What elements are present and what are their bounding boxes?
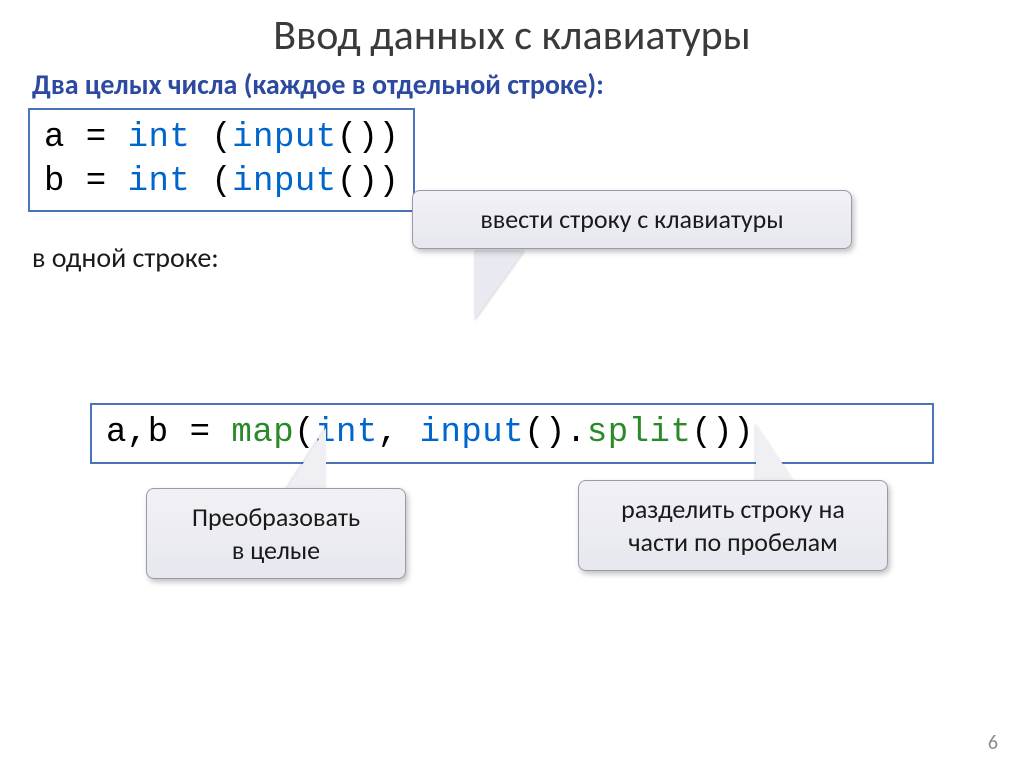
code-box-map-split: a,b = map(int, input().split()) xyxy=(90,403,934,463)
keyword-input: input xyxy=(232,163,337,201)
keyword-input: input xyxy=(232,119,337,157)
callout-input-string: ввести строку с клавиатуры xyxy=(412,190,852,249)
callout-text: части по пробелам xyxy=(628,526,837,558)
keyword-int: int xyxy=(128,163,191,201)
page-number: 6 xyxy=(988,731,998,755)
callout-text: в целые xyxy=(232,534,320,566)
code-text: b = xyxy=(44,163,128,201)
code-text: ( xyxy=(190,119,232,157)
code-box-two-lines: a = int (input()) b = int (input()) xyxy=(28,108,415,212)
callout-tail-icon xyxy=(474,250,524,320)
code-text: ()) xyxy=(337,163,400,201)
code-text: a = xyxy=(44,119,128,157)
keyword-split: split xyxy=(587,414,692,452)
code-text: a,b = xyxy=(106,414,231,452)
slide-subtitle: Два целых числа (каждое в отдельной стро… xyxy=(32,67,996,102)
code-line-b: b = int (input()) xyxy=(44,160,399,204)
keyword-map: map xyxy=(231,414,294,452)
code-text: ()) xyxy=(691,414,754,452)
callout-convert-int: Преобразовать в целые xyxy=(146,488,406,579)
code-text: , xyxy=(378,414,420,452)
code-text: ( xyxy=(190,163,232,201)
slide-title: Ввод данных с клавиатуры xyxy=(28,10,996,61)
keyword-int: int xyxy=(128,119,191,157)
callout-tail-icon xyxy=(756,424,796,484)
callout-text: разделить строку на xyxy=(621,493,845,525)
code-text: (). xyxy=(524,414,587,452)
callout-split-spaces: разделить строку на части по пробелам xyxy=(578,480,888,571)
code-text: ()) xyxy=(337,119,400,157)
callout-text: ввести строку с клавиатуры xyxy=(480,203,783,235)
callout-text: Преобразовать xyxy=(192,501,360,533)
keyword-input: input xyxy=(420,414,525,452)
code-line-a: a = int (input()) xyxy=(44,116,399,160)
callout-tail-icon xyxy=(286,428,326,490)
